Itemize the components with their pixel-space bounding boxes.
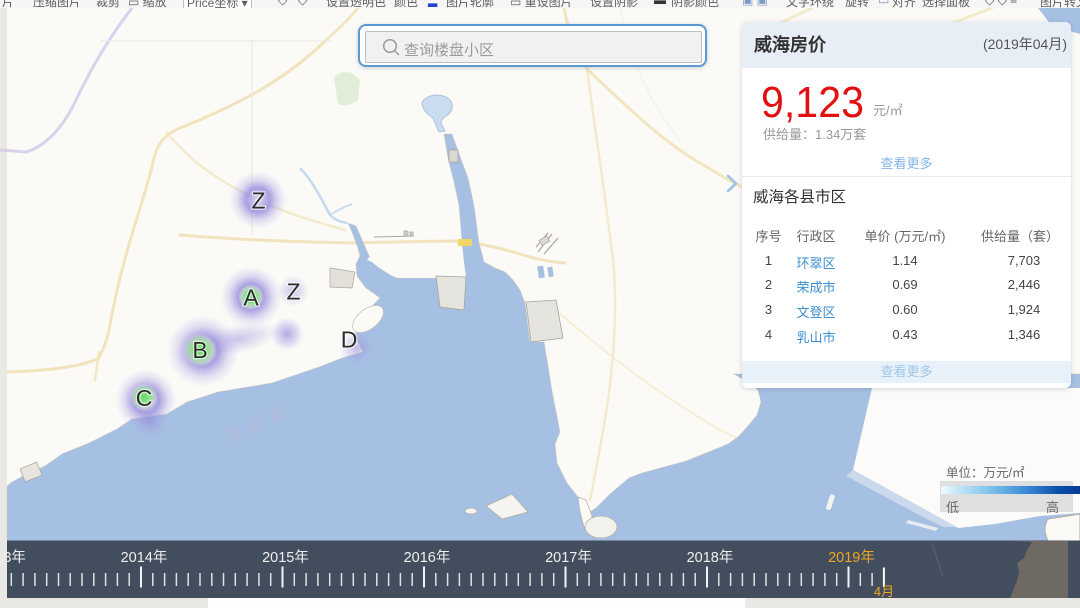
svg-text:C: C <box>136 385 153 411</box>
svg-text:2015年: 2015年 <box>262 549 309 566</box>
svg-text:D: D <box>341 327 358 353</box>
svg-text:A: A <box>243 285 259 311</box>
svg-text:Z: Z <box>286 279 300 305</box>
svg-text:Z: Z <box>251 188 265 214</box>
svg-text:2019年: 2019年 <box>828 549 875 566</box>
svg-text:2017年: 2017年 <box>545 549 592 566</box>
svg-text:2016年: 2016年 <box>404 549 451 566</box>
svg-text:4月: 4月 <box>874 584 894 599</box>
svg-text:2013年: 2013年 <box>0 549 26 566</box>
svg-text:2018年: 2018年 <box>687 549 734 566</box>
svg-text:2014年: 2014年 <box>121 549 168 566</box>
svg-text:B: B <box>192 337 207 363</box>
